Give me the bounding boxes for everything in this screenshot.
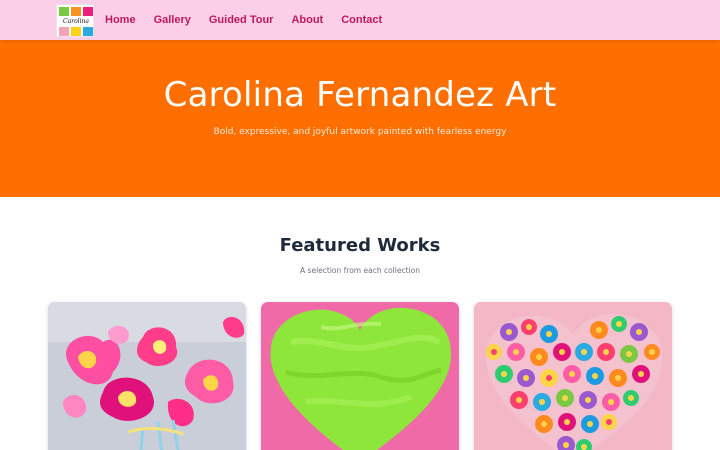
hero-subtitle: Bold, expressive, and joyful artwork pai…: [213, 127, 507, 137]
logo-signature: Carolina: [63, 18, 89, 25]
nav-link-about[interactable]: About: [291, 14, 323, 26]
logo-tile-icon: [83, 7, 93, 16]
nav-link-home[interactable]: Home: [105, 14, 136, 26]
featured-works-heading: Featured Works: [279, 235, 441, 256]
logo-tile-icon: [71, 27, 81, 36]
logo-tile-icon: [59, 27, 69, 36]
nav-link-gallery[interactable]: Gallery: [154, 14, 191, 26]
artwork-card-flowers[interactable]: [48, 302, 246, 450]
main-menu: Home Gallery Guided Tour About Contact: [105, 0, 382, 40]
artwork-card-flower-collage[interactable]: [474, 302, 672, 450]
nav-link-contact[interactable]: Contact: [341, 14, 382, 26]
site-logo[interactable]: Carolina: [56, 4, 94, 37]
top-navbar: Carolina Home Gallery Guided Tour About …: [0, 0, 720, 40]
artwork-card-heart[interactable]: [261, 302, 459, 450]
green-heart-painting-image: [261, 302, 459, 450]
logo-tile-icon: [71, 7, 81, 16]
logo-tile-icon: [59, 7, 69, 16]
logo-tile-icon: [83, 27, 93, 36]
paper-flower-heart-collage-image: [474, 302, 672, 450]
pink-flowers-painting-image: [48, 302, 246, 450]
hero-banner: Carolina Fernandez Art Bold, expressive,…: [0, 40, 720, 197]
featured-works-subtitle: A selection from each collection: [300, 266, 420, 275]
nav-link-guided-tour[interactable]: Guided Tour: [209, 14, 274, 26]
hero-title: Carolina Fernandez Art: [163, 75, 557, 115]
